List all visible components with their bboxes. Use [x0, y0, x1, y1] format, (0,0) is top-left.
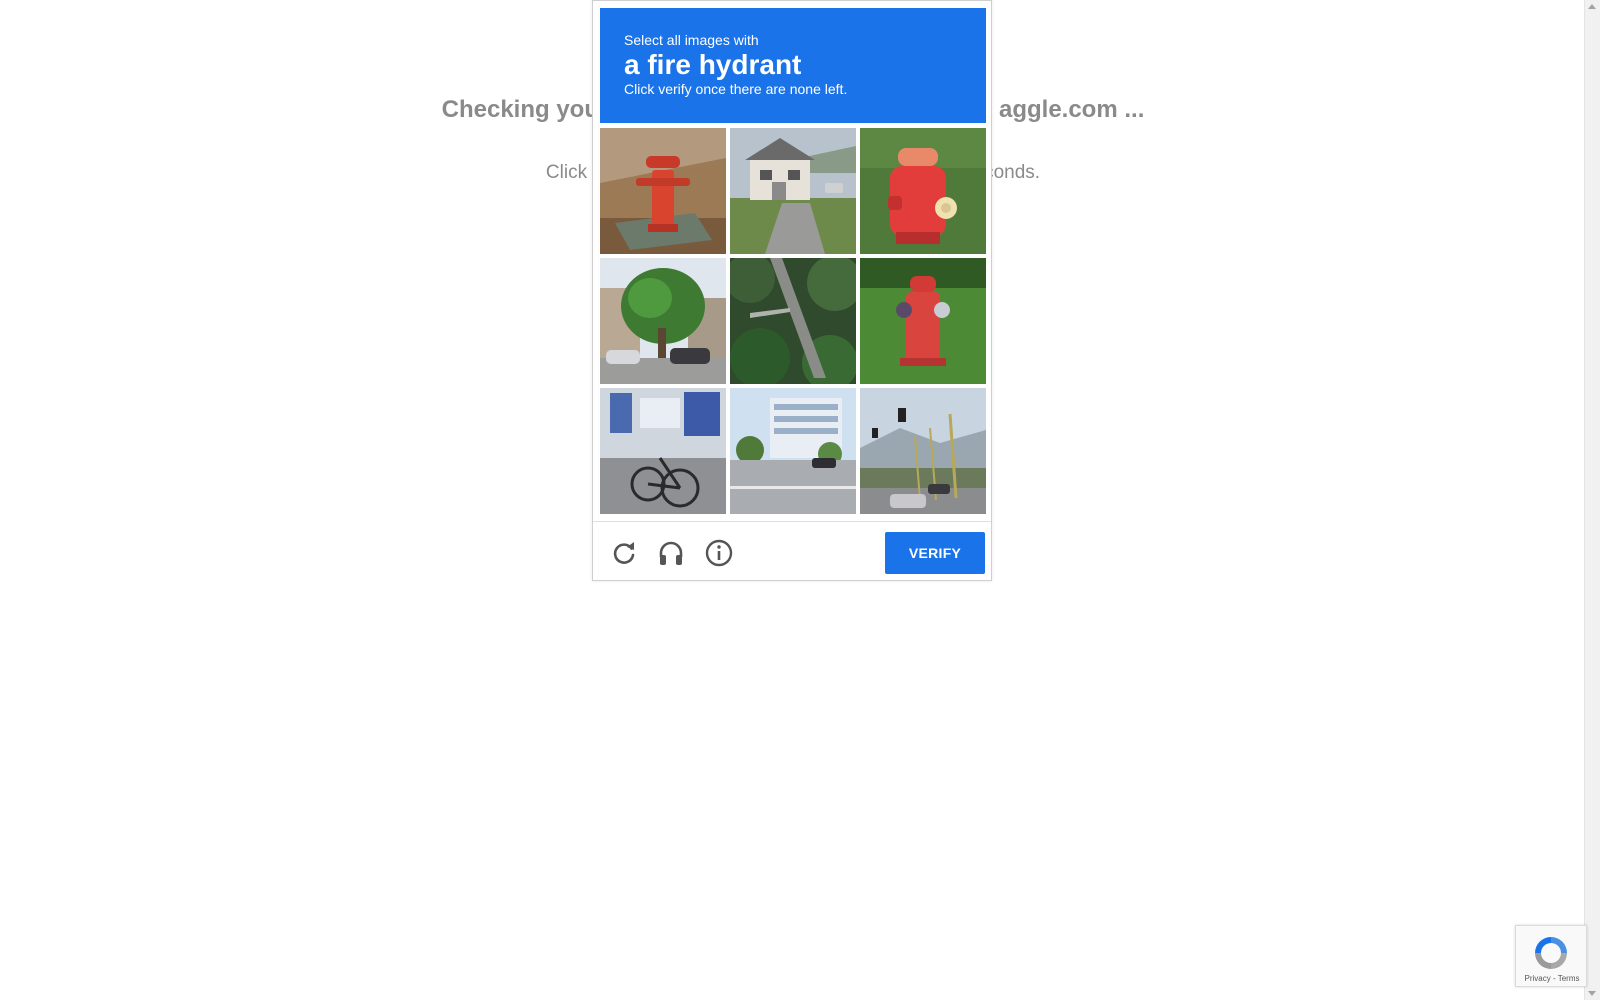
reload-challenge-button[interactable]: [609, 538, 639, 568]
page-subtext-start: Click: [545, 162, 593, 183]
street-tree-image-icon: [600, 258, 726, 384]
captcha-tile-4[interactable]: [600, 258, 726, 384]
captcha-tile-7[interactable]: [600, 388, 726, 514]
captcha-tile-9[interactable]: [860, 388, 986, 514]
captcha-tile-3[interactable]: [860, 128, 986, 254]
page-scrollbar[interactable]: [1584, 0, 1600, 1000]
scroll-down-arrow-icon[interactable]: [1588, 991, 1596, 996]
headphones-icon: [659, 541, 683, 565]
captcha-tile-6[interactable]: [860, 258, 986, 384]
bicycles-image-icon: [600, 388, 726, 514]
pole-in-trees-image-icon: [730, 258, 856, 384]
captcha-tile-2[interactable]: [730, 128, 856, 254]
prompt-hint: Click verify once there are none left.: [624, 81, 848, 97]
page-heading-start: Checking you: [441, 96, 599, 123]
captcha-image-grid: [600, 128, 987, 515]
captcha-tile-8[interactable]: [730, 388, 856, 514]
recaptcha-logo-icon: [1535, 937, 1567, 969]
fire-hydrant-image-icon: [860, 128, 986, 254]
street-building-image-icon: [730, 388, 856, 514]
help-button[interactable]: [704, 538, 734, 568]
fire-hydrant-image-icon: [600, 128, 726, 254]
page-heading-end: aggle.com ...: [998, 96, 1145, 123]
verify-button[interactable]: VERIFY: [885, 532, 985, 574]
badge-legal-links[interactable]: Privacy - Terms: [1516, 974, 1588, 983]
captcha-prompt: Select all images with a fire hydrant Cl…: [600, 8, 986, 123]
info-icon: [705, 539, 733, 567]
prompt-target-object: a fire hydrant: [624, 49, 802, 80]
captcha-tile-1[interactable]: [600, 128, 726, 254]
captcha-challenge-dialog: Select all images with a fire hydrant Cl…: [592, 0, 992, 581]
recaptcha-badge[interactable]: Privacy - Terms: [1515, 925, 1587, 987]
prompt-instruction: Select all images with: [624, 32, 759, 48]
reload-icon: [613, 542, 635, 564]
traffic-lights-image-icon: [860, 388, 986, 514]
audio-challenge-button[interactable]: [656, 538, 686, 568]
house-image-icon: [730, 128, 856, 254]
captcha-tile-5[interactable]: [730, 258, 856, 384]
fire-hydrant-image-icon: [860, 258, 986, 384]
captcha-footer: VERIFY: [593, 521, 991, 582]
scroll-up-arrow-icon[interactable]: [1588, 4, 1596, 9]
